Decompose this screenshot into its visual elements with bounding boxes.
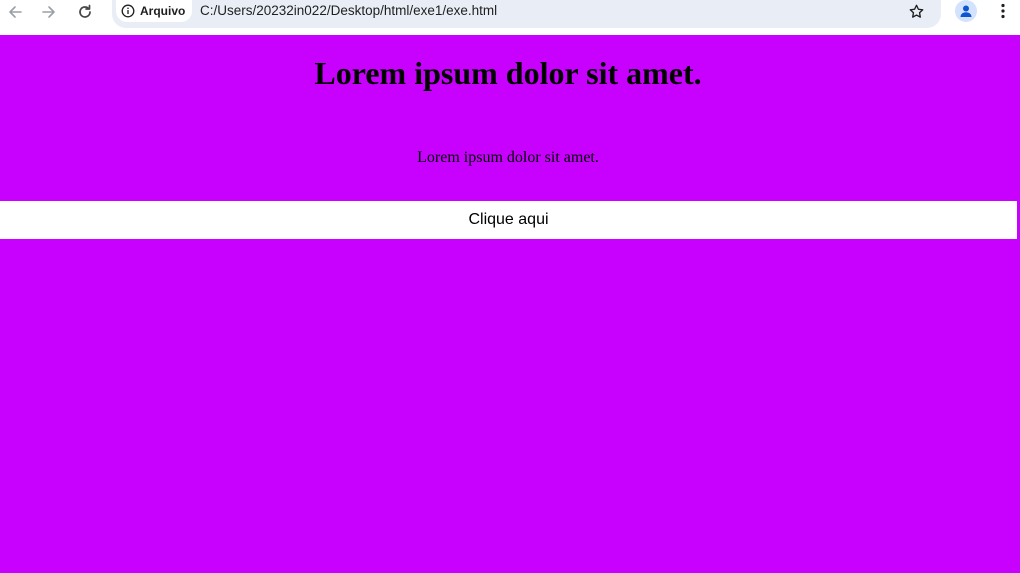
page-content: Lorem ipsum dolor sit amet. Lorem ipsum …	[0, 35, 1020, 573]
click-here-button[interactable]: Clique aqui	[0, 201, 1017, 239]
site-info-chip[interactable]: Arquivo	[116, 0, 192, 22]
profile-button[interactable]	[955, 0, 977, 22]
page-paragraph: Lorem ipsum dolor sit amet.	[417, 149, 599, 166]
url-text[interactable]: C:/Users/20232in022/Desktop/html/exe1/ex…	[200, 3, 497, 18]
back-button[interactable]	[0, 0, 30, 24]
arrow-left-icon	[9, 6, 22, 18]
bookmark-button[interactable]	[904, 1, 928, 21]
star-icon	[909, 4, 923, 18]
page-title: Lorem ipsum dolor sit amet.	[314, 55, 702, 91]
reload-icon	[79, 4, 91, 18]
arrow-right-icon	[42, 6, 55, 18]
address-bar[interactable]: Arquivo C:/Users/20232in022/Desktop/html…	[112, 0, 941, 28]
forward-button[interactable]	[34, 0, 64, 24]
reload-button[interactable]	[70, 0, 100, 24]
person-icon	[960, 5, 972, 17]
info-icon	[121, 4, 135, 18]
site-info-label: Arquivo	[140, 4, 186, 18]
menu-button[interactable]	[993, 0, 1013, 22]
browser-toolbar: Arquivo C:/Users/20232in022/Desktop/html…	[0, 0, 1020, 35]
kebab-menu-icon	[1001, 3, 1005, 19]
